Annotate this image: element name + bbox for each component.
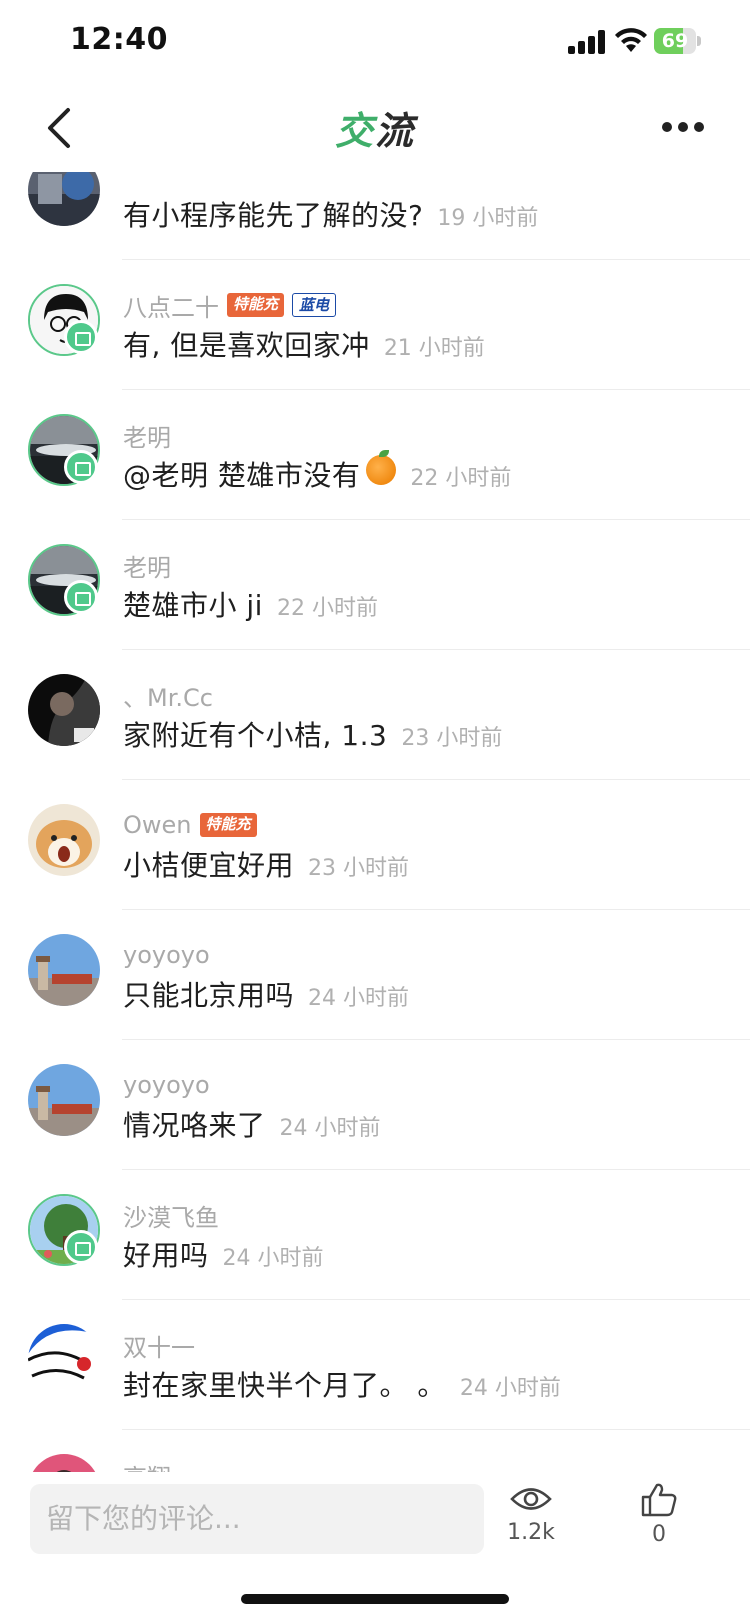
comment-time: 24 小时前: [459, 1376, 561, 1401]
user-row: yoyoyo: [123, 940, 210, 970]
comment-item[interactable]: 沙漠飞鱼好用吗 24 小时前: [0, 1170, 750, 1300]
avatar[interactable]: [28, 1454, 100, 1472]
user-name[interactable]: yoyoyo: [123, 941, 210, 969]
comment-time: 24 小时前: [222, 1246, 324, 1271]
comment-text: 情况咯来了: [123, 1109, 266, 1142]
comment-text: 有, 但是喜欢回家冲: [123, 329, 370, 362]
page-title-accent: 交: [334, 109, 375, 153]
user-tag: 特能充: [227, 293, 285, 317]
avatar[interactable]: [28, 1064, 100, 1136]
status-bar: 12:40 69: [0, 0, 750, 84]
avatar[interactable]: [28, 934, 100, 1006]
views-stat: 1.2k: [491, 1482, 571, 1545]
comment-body: 楚雄市小 ji 22 小时前: [123, 584, 378, 624]
comment-item[interactable]: 高翔: [0, 1430, 750, 1472]
owner-badge-icon: [64, 450, 98, 484]
comment-item[interactable]: yoyoyo 只能北京用吗 24 小时前: [0, 910, 750, 1040]
comment-item[interactable]: 老明 @老明 楚雄市没有 22 小时前: [0, 390, 750, 520]
comment-time: 23 小时前: [401, 726, 503, 751]
user-row: 、Mr.Cc: [123, 678, 213, 713]
bottom-bar: 留下您的评论... 1.2k 0: [0, 1472, 750, 1624]
comment-text: 楚雄市小 ji: [123, 589, 263, 622]
user-tag: 特能充: [199, 813, 257, 837]
orange-emoji-icon: [366, 450, 397, 485]
views-count: 1.2k: [507, 1520, 555, 1545]
comment-text: 封在家里快半个月了。 。: [123, 1369, 446, 1402]
comment-time: 19 小时前: [437, 206, 539, 231]
user-row: 高翔: [123, 1458, 171, 1473]
comment-item[interactable]: yoyoyo 情况咯来了 24 小时前: [0, 1040, 750, 1170]
user-name[interactable]: 老明: [123, 418, 171, 453]
comment-time: 21 小时前: [383, 336, 485, 361]
likes-count: 0: [652, 1522, 666, 1547]
nav-bar: 交流: [0, 84, 750, 172]
comment-item[interactable]: 老明楚雄市小 ji 22 小时前: [0, 520, 750, 650]
user-name[interactable]: Owen: [123, 811, 192, 839]
avatar[interactable]: [28, 172, 100, 226]
user-name[interactable]: 、Mr.Cc: [123, 678, 213, 713]
user-row: 八点二十 特能充 蓝电: [123, 288, 337, 323]
user-name[interactable]: 高翔: [123, 1458, 171, 1473]
comment-text: 只能北京用吗: [123, 979, 295, 1012]
comment-time: 22 小时前: [410, 466, 512, 491]
comment-text: 有小程序能先了解的没?: [123, 199, 424, 232]
comment-body: 好用吗 24 小时前: [123, 1234, 324, 1274]
comment-list: 有小程序能先了解的没? 19 小时前 八点二十 特能充 蓝电 有, 但是喜欢回家冲 21 小…: [0, 172, 750, 1472]
comment-body: 小桔便宜好用 23 小时前: [123, 844, 409, 884]
comment-time: 24 小时前: [279, 1116, 381, 1141]
comment-list-viewport[interactable]: 有小程序能先了解的没? 19 小时前 八点二十 特能充 蓝电 有, 但是喜欢回家冲 21 小…: [0, 172, 750, 1472]
user-row: 老明: [123, 418, 171, 453]
owner-badge-icon: [64, 1230, 98, 1264]
user-name[interactable]: 沙漠飞鱼: [123, 1198, 219, 1233]
home-indicator: [241, 1594, 509, 1604]
comment-text: 家附近有个小桔, 1.3: [123, 719, 388, 752]
comment-body: 有小程序能先了解的没? 19 小时前: [123, 194, 538, 234]
wifi-icon: [615, 28, 647, 52]
owner-badge-icon: [64, 320, 98, 354]
battery-icon: 69: [654, 28, 701, 54]
avatar[interactable]: [28, 674, 100, 746]
user-row: 沙漠飞鱼: [123, 1198, 219, 1233]
comment-body: 有, 但是喜欢回家冲 21 小时前: [123, 324, 485, 364]
comment-time: 24 小时前: [308, 986, 410, 1011]
comment-item[interactable]: 、Mr.Cc 家附近有个小桔, 1.3 23 小时前: [0, 650, 750, 780]
comment-item[interactable]: Owen 特能充小桔便宜好用 23 小时前: [0, 780, 750, 910]
page-title-rest: 流: [375, 109, 416, 153]
comment-body: 封在家里快半个月了。 。 24 小时前: [123, 1364, 561, 1404]
comment-text: 小桔便宜好用: [123, 849, 295, 882]
user-row: 老明: [123, 548, 171, 583]
user-row: 双十一: [123, 1328, 195, 1363]
user-name[interactable]: 八点二十: [123, 288, 219, 323]
comment-item[interactable]: 有小程序能先了解的没? 19 小时前: [0, 172, 750, 260]
eye-icon: [510, 1488, 552, 1510]
comment-text: @老明 楚雄市没有: [123, 459, 361, 492]
user-name[interactable]: 老明: [123, 548, 171, 583]
user-name[interactable]: yoyoyo: [123, 1071, 210, 1099]
cellular-signal-icon: [568, 30, 606, 54]
user-name[interactable]: 双十一: [123, 1328, 195, 1363]
comment-input[interactable]: 留下您的评论...: [30, 1484, 484, 1554]
comment-time: 22 小时前: [276, 596, 378, 621]
comment-body: 只能北京用吗 24 小时前: [123, 974, 409, 1014]
comment-body: 家附近有个小桔, 1.3 23 小时前: [123, 714, 502, 754]
like-button[interactable]: 0: [619, 1482, 699, 1547]
avatar[interactable]: [28, 1324, 100, 1396]
comment-item[interactable]: 双十一封在家里快半个月了。 。 24 小时前: [0, 1300, 750, 1430]
thumbs-up-icon: [641, 1483, 677, 1517]
comment-item[interactable]: 八点二十 特能充 蓝电 有, 但是喜欢回家冲 21 小时前: [0, 260, 750, 390]
owner-badge-icon: [64, 580, 98, 614]
status-time: 12:40: [70, 22, 168, 57]
page-title: 交流: [0, 100, 750, 155]
comment-time: 23 小时前: [308, 856, 410, 881]
more-icon[interactable]: [660, 112, 706, 142]
user-tag: 蓝电: [292, 293, 337, 317]
comment-body: @老明 楚雄市没有 22 小时前: [123, 450, 512, 494]
comment-text: 好用吗: [123, 1239, 209, 1272]
user-row: yoyoyo: [123, 1070, 210, 1100]
comment-body: 情况咯来了 24 小时前: [123, 1104, 381, 1144]
battery-level: 69: [661, 30, 689, 52]
user-row: Owen 特能充: [123, 810, 257, 840]
avatar[interactable]: [28, 804, 100, 876]
